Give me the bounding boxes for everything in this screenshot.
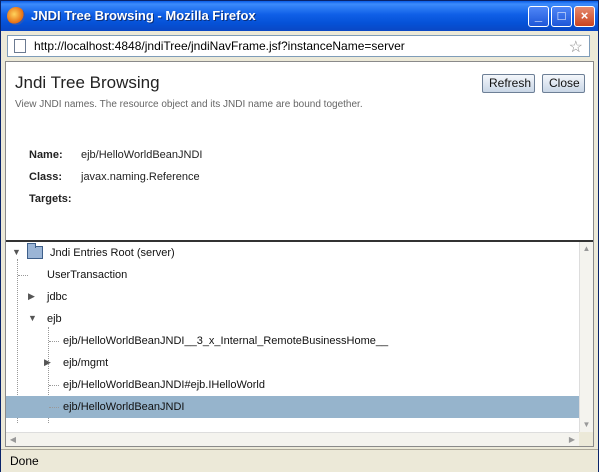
browser-window: JNDI Tree Browsing - Mozilla Firefox _ □…: [0, 0, 599, 472]
minimize-button[interactable]: _: [528, 6, 549, 27]
tree-item-label: ejb/HelloWorldBeanJNDI#ejb.IHelloWorld: [63, 379, 265, 391]
tree-root-label: Jndi Entries Root (server): [50, 247, 175, 259]
scroll-up-icon[interactable]: ▲: [580, 242, 593, 256]
tree-line: [49, 341, 59, 342]
scroll-left-icon[interactable]: ◀: [6, 433, 20, 446]
url-field[interactable]: http://localhost:4848/jndiTree/jndiNavFr…: [7, 35, 590, 57]
tree-item-label: ejb/mgmt: [63, 357, 109, 369]
tree-item-ejb-mgmt[interactable]: ▶ ejb/mgmt: [6, 352, 579, 374]
title-bar[interactable]: JNDI Tree Browsing - Mozilla Firefox _ □…: [1, 1, 598, 31]
page-content: Jndi Tree Browsing Refresh Close View JN…: [5, 61, 594, 447]
tree-item-ejb-remote-home[interactable]: ejb/HelloWorldBeanJNDI__3_x_Internal_Rem…: [6, 330, 579, 352]
window-title: JNDI Tree Browsing - Mozilla Firefox: [31, 8, 256, 23]
tree-item-ejb[interactable]: ▼ ejb: [6, 308, 579, 330]
close-button[interactable]: Close: [542, 74, 585, 93]
class-label: Class:: [29, 171, 63, 183]
status-bar: Done: [1, 449, 598, 472]
close-window-button[interactable]: ×: [574, 6, 595, 27]
refresh-button[interactable]: Refresh: [482, 74, 535, 93]
page-title: Jndi Tree Browsing: [15, 73, 160, 92]
status-text: Done: [10, 454, 39, 468]
class-value: javax.naming.Reference: [81, 171, 200, 183]
expand-toggle-icon[interactable]: ▼: [12, 247, 21, 257]
collapse-toggle-icon[interactable]: ▶: [28, 291, 35, 302]
scrollbar-corner: [579, 432, 593, 446]
horizontal-scrollbar[interactable]: ◀ ▶: [6, 432, 579, 446]
tree-item-label: ejb: [47, 313, 62, 325]
address-bar: http://localhost:4848/jndiTree/jndiNavFr…: [1, 31, 598, 61]
tree-item-label: ejb/HelloWorldBeanJNDI: [63, 401, 185, 413]
tree-line: [49, 407, 59, 408]
tree-item-usertransaction[interactable]: UserTransaction: [6, 264, 579, 286]
scroll-down-icon[interactable]: ▼: [580, 418, 593, 432]
vertical-scrollbar[interactable]: ▲ ▼: [579, 242, 593, 432]
tree-item-jdbc[interactable]: ▶ jdbc: [6, 286, 579, 308]
tree-line: [49, 385, 59, 386]
tree-line: [18, 275, 28, 276]
tree-item-label: ejb/HelloWorldBeanJNDI__3_x_Internal_Rem…: [63, 335, 389, 347]
maximize-button[interactable]: □: [551, 6, 572, 27]
collapse-toggle-icon[interactable]: ▶: [44, 357, 51, 368]
page-description: View JNDI names. The resource object and…: [15, 99, 363, 110]
tree-item-ejb-ihelloworld[interactable]: ejb/HelloWorldBeanJNDI#ejb.IHelloWorld: [6, 374, 579, 396]
folder-icon: [27, 243, 43, 259]
scroll-right-icon[interactable]: ▶: [565, 433, 579, 446]
name-label: Name:: [29, 149, 63, 161]
tree-item-label: UserTransaction: [47, 269, 128, 281]
url-text: http://localhost:4848/jndiTree/jndiNavFr…: [34, 39, 405, 53]
tree-item-label: jdbc: [47, 291, 68, 303]
tree-item-helloworldbeanjndi[interactable]: ejb/HelloWorldBeanJNDI: [6, 396, 579, 418]
expand-toggle-icon[interactable]: ▼: [28, 313, 37, 323]
bookmark-star-icon[interactable]: ☆: [569, 37, 583, 57]
targets-label: Targets:: [29, 193, 72, 205]
page-icon: [14, 39, 26, 53]
name-value: ejb/HelloWorldBeanJNDI: [81, 149, 203, 161]
jndi-tree: ▼ Jndi Entries Root (server) UserTransac…: [6, 242, 579, 432]
tree-root-row[interactable]: ▼ Jndi Entries Root (server): [6, 242, 579, 264]
firefox-icon: [7, 7, 25, 25]
